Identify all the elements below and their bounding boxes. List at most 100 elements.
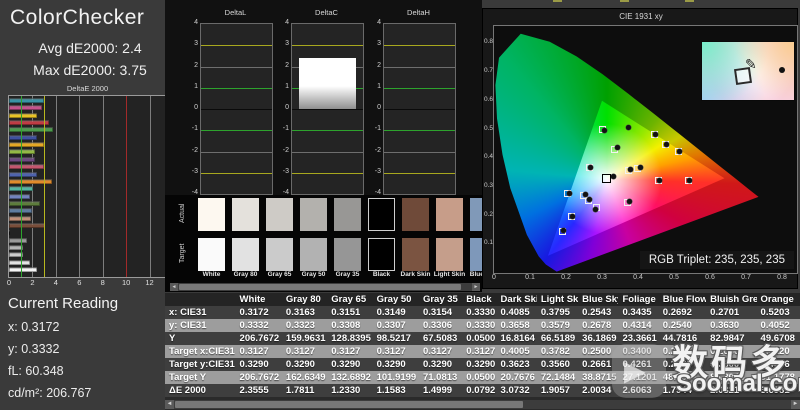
cie-y-tick-label: 0.4 xyxy=(484,153,494,161)
max-de2000-readout: Max dE2000: 3.75 xyxy=(33,62,147,78)
swatch-actual-black xyxy=(368,198,395,231)
table-cell: 0.3127 xyxy=(281,345,328,358)
de-x-tick-label: 0 xyxy=(6,278,12,287)
current-reading-title: Current Reading xyxy=(8,295,119,312)
delta-gridline xyxy=(201,87,272,89)
de2000-chart-title: DeltaE 2000 xyxy=(66,84,109,93)
cie-y-tick-label: 0.7 xyxy=(484,67,494,75)
cie-y-tick-label: 0.5 xyxy=(484,124,494,132)
table-cell: 0.3127 xyxy=(418,345,463,358)
de-bar-gray-80 xyxy=(9,259,30,265)
swatch-scroll-left-arrow[interactable]: ◄ xyxy=(170,283,178,291)
delta-y-tick-label: 2 xyxy=(194,61,198,69)
cie-measured-point xyxy=(686,177,692,183)
swatch-target-black xyxy=(368,238,395,271)
swatch-scroll-right-arrow[interactable]: ► xyxy=(472,283,480,291)
de-bar-orange xyxy=(9,178,53,184)
de-bar-green xyxy=(9,127,53,133)
swatch-scrollbar-thumb[interactable] xyxy=(179,284,461,290)
delta-gridline xyxy=(201,66,272,68)
de-bar-purplish-blue xyxy=(9,171,37,177)
table-scrollbar[interactable]: ◄ ► xyxy=(165,400,800,409)
delta-y-tick-label: 3 xyxy=(377,40,381,48)
reading-x: x: 0.3172 xyxy=(8,320,60,334)
soomal-logo: ▶ xyxy=(612,344,666,398)
row-label: Y xyxy=(165,332,236,345)
table-cell: 0.2678 xyxy=(578,319,619,332)
delta-y-tick-label: 4 xyxy=(194,19,198,26)
swatch-actual-gray-50 xyxy=(300,198,327,231)
swatch-label: Black xyxy=(372,271,391,278)
table-cell: 0.3795 xyxy=(536,306,579,319)
de-bar-foliage xyxy=(9,200,40,206)
delta-gridline xyxy=(292,45,363,47)
swatch-label: White xyxy=(202,271,221,278)
swatch-label: Light Skin xyxy=(433,271,466,278)
de-refline-red xyxy=(126,96,128,277)
delta-y-tick-label: 4 xyxy=(377,19,381,26)
table-cell: 0.3290 xyxy=(281,358,328,371)
de-bar-black xyxy=(9,230,10,236)
delta-gridline xyxy=(201,151,272,153)
swatch-target-gray-65 xyxy=(266,238,293,271)
table-cell: 0.2540 xyxy=(658,319,707,332)
table-cell: 0.4085 xyxy=(496,306,537,319)
delta-gridline xyxy=(384,151,455,153)
de-bar-yellow xyxy=(9,112,38,118)
table-cell: 3.0732 xyxy=(496,384,537,397)
de-gridline xyxy=(55,96,57,277)
swatch-label: Gray 80 xyxy=(233,271,258,278)
table-cell: 0.3290 xyxy=(327,358,373,371)
table-scroll-right-arrow[interactable]: ► xyxy=(791,400,800,409)
cie-measured-point xyxy=(653,131,659,137)
cie-measured-point xyxy=(663,141,669,147)
table-cell: 0.3330 xyxy=(462,306,497,319)
delta-y-tick-label: 1 xyxy=(377,82,381,90)
swatch-actual-white xyxy=(198,198,225,231)
column-header-black: Black xyxy=(462,293,497,306)
table-scrollbar-thumb[interactable] xyxy=(175,401,523,408)
swatch-actual-gray-35 xyxy=(334,198,361,231)
whitepoint-square-marker xyxy=(602,174,612,184)
reading-y: y: 0.3332 xyxy=(8,342,60,356)
table-cell: 0.3151 xyxy=(327,306,373,319)
current-reading-panel: Current Reading x: 0.3172 y: 0.3332 fL: … xyxy=(8,295,168,400)
delta-gridline xyxy=(292,130,363,132)
swatch-actual-gray-80 xyxy=(232,198,259,231)
de-refline-yellow xyxy=(44,96,46,277)
de-gridline xyxy=(102,96,104,277)
table-cell: 206.7672 xyxy=(235,371,282,384)
de-x-tick-label: 2 xyxy=(30,278,35,287)
delta-y-tick-label: -3 xyxy=(374,167,381,175)
cie-x-tick-label: 0.6 xyxy=(705,274,715,281)
left-panel: ColorChecker Avg dE2000: 2.4 Max dE2000:… xyxy=(0,0,177,410)
table-cell: 0.3658 xyxy=(496,319,537,332)
table-cell: 0.2543 xyxy=(578,306,619,319)
page-title: ColorChecker xyxy=(10,6,145,29)
table-scroll-left-arrow[interactable]: ◄ xyxy=(165,400,174,409)
table-cell: 20.7676 xyxy=(496,371,537,384)
table-cell: 66.5189 xyxy=(536,332,579,345)
table-cell: 0.4005 xyxy=(496,345,537,358)
delta-chart-title: DeltaH xyxy=(407,8,430,17)
delta-y-tick-label: -2 xyxy=(191,146,198,154)
delta-y-tick-label: -3 xyxy=(282,167,289,175)
de-x-tick-label: 12 xyxy=(145,278,154,287)
column-header-blue-flower: Blue Flower xyxy=(658,293,707,306)
de-bar-yellow-green xyxy=(9,149,36,155)
delta-gridline xyxy=(384,172,455,174)
table-cell: 0.3630 xyxy=(706,319,757,332)
table-cell: 128.8395 xyxy=(327,332,373,345)
cie-x-tick-label: 0.1 xyxy=(525,274,535,281)
swatch-target-blue-sky xyxy=(470,238,482,271)
table-cell: 2.3555 xyxy=(235,384,282,397)
swatch-target-light-skin xyxy=(436,238,463,271)
de-bar-blue xyxy=(9,134,37,140)
table-cell: 0.2701 xyxy=(706,306,757,319)
swatch-scrollbar[interactable]: ◄ ► xyxy=(170,283,480,291)
table-cell: 0.3127 xyxy=(327,345,373,358)
reading-cdm2: cd/m²: 206.767 xyxy=(8,386,92,400)
table-cell: 0.3560 xyxy=(536,358,579,371)
table-cell: 0.3290 xyxy=(372,358,419,371)
cie-x-tick-label: 0.3 xyxy=(597,274,607,281)
